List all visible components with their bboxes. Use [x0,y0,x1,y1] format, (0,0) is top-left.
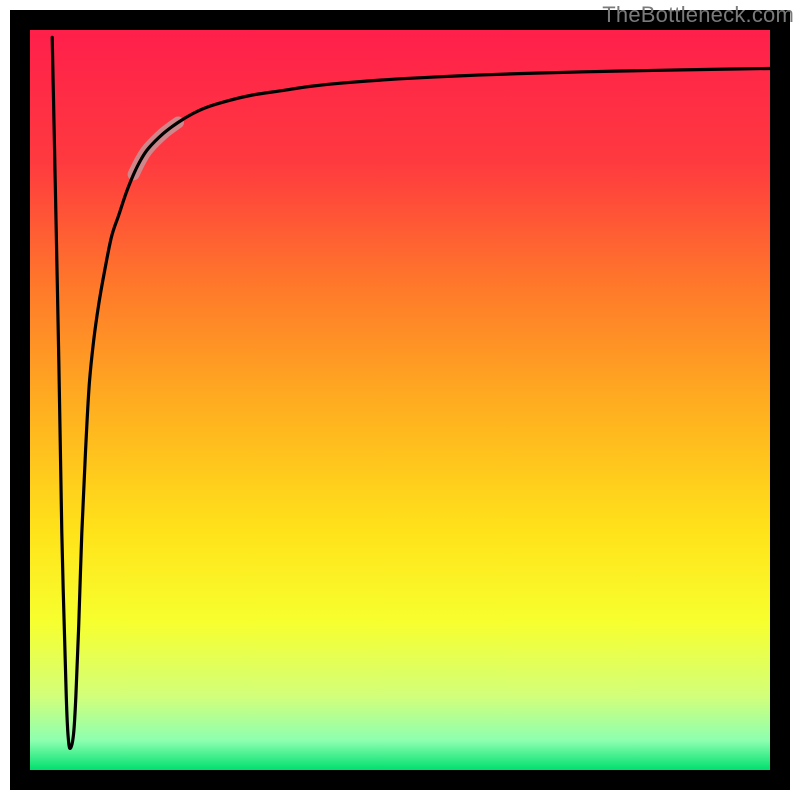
chart-stage: TheBottleneck.com [0,0,800,800]
plot-background [30,30,770,770]
watermark-text: TheBottleneck.com [602,2,794,28]
bottleneck-chart [0,0,800,800]
